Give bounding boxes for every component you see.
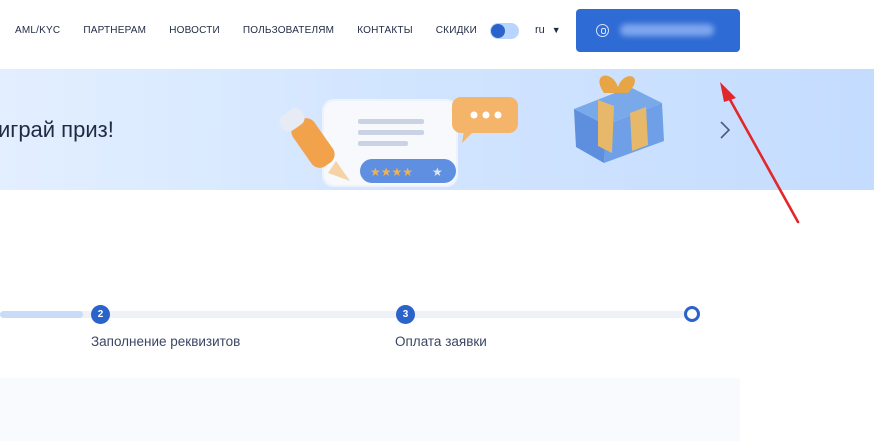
svg-text:★: ★ bbox=[432, 165, 443, 179]
dropdown-arrow-icon: ▼ bbox=[551, 25, 561, 35]
login-button[interactable] bbox=[576, 9, 740, 52]
toggle-knob bbox=[491, 24, 505, 38]
nav-item-news[interactable]: НОВОСТИ bbox=[169, 25, 220, 36]
step-3-dot: 3 bbox=[396, 305, 415, 324]
step-2-dot: 2 bbox=[91, 305, 110, 324]
top-header: AML/KYC ПАРТНЕРАМ НОВОСТИ ПОЛЬЗОВАТЕЛЯМ … bbox=[0, 0, 874, 68]
user-lock-icon bbox=[596, 24, 609, 37]
step-3-label: Оплата заявки bbox=[395, 334, 487, 349]
nav-item-aml-kyc[interactable]: AML/KYC bbox=[15, 25, 60, 36]
step-final-dot bbox=[684, 306, 700, 322]
content-card bbox=[0, 378, 740, 441]
language-value: ru bbox=[535, 24, 545, 36]
nav-item-partners[interactable]: ПАРТНЕРАМ bbox=[83, 25, 146, 36]
nav-item-contacts[interactable]: КОНТАКТЫ bbox=[357, 25, 413, 36]
annotation-arrow bbox=[720, 82, 800, 224]
step-2-label: Заполнение реквизитов bbox=[91, 334, 241, 349]
theme-toggle[interactable] bbox=[490, 23, 519, 39]
nav-item-users[interactable]: ПОЛЬЗОВАТЕЛЯМ bbox=[243, 25, 334, 36]
gift-box-icon bbox=[574, 75, 664, 163]
login-label-blurred bbox=[620, 24, 714, 36]
progress-fill bbox=[0, 311, 84, 318]
main-nav: AML/KYC ПАРТНЕРАМ НОВОСТИ ПОЛЬЗОВАТЕЛЯМ … bbox=[15, 25, 477, 36]
svg-text:★★★★: ★★★★ bbox=[370, 165, 413, 179]
nav-item-discounts[interactable]: СКИДКИ bbox=[436, 25, 477, 36]
chat-bubble-icon bbox=[452, 97, 518, 143]
language-select[interactable]: ru ▼ bbox=[535, 24, 561, 36]
